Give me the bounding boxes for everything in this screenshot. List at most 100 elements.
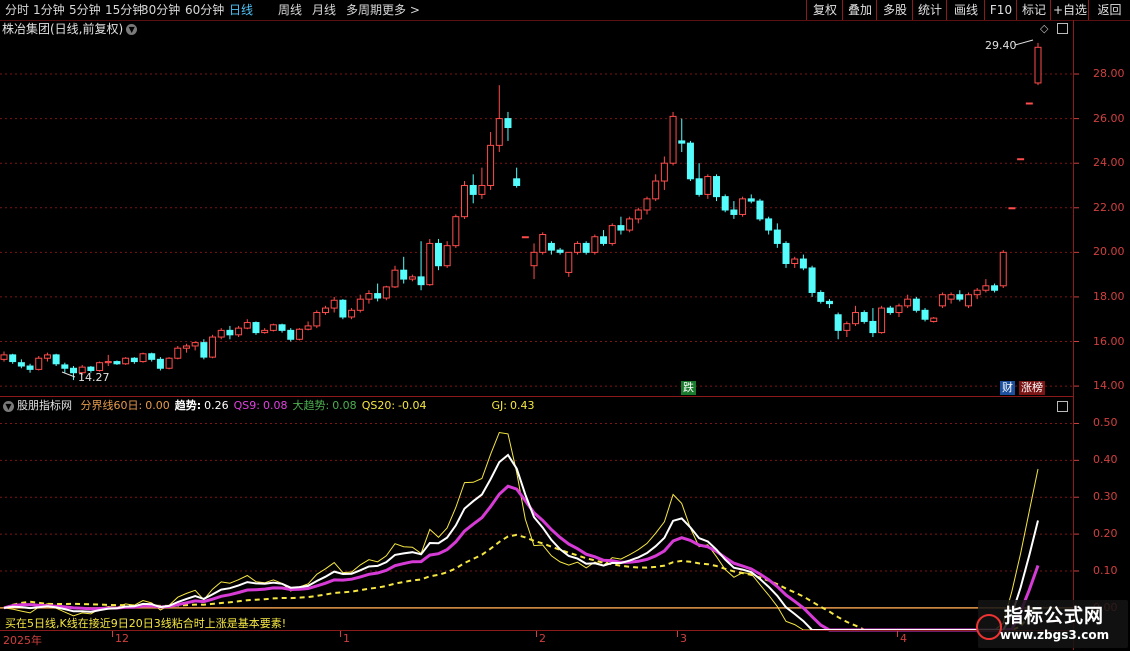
candle-body [817, 291, 825, 302]
indicator-item-label: GJ: [491, 399, 507, 412]
indicator-axis-label: 0.20 [1093, 527, 1118, 541]
bottom-note: 买在5日线,K线在接近9日20日3线粘合时上涨是基本要素! [5, 617, 287, 630]
candle-body [713, 176, 721, 198]
die-badge[interactable]: 跌 [681, 381, 696, 395]
time-axis-label: 3 [680, 632, 687, 645]
candle-body [782, 242, 790, 264]
candle-body [513, 178, 521, 186]
candle-body [930, 317, 938, 322]
indicator-item-label: 趋势: [174, 399, 202, 412]
candle-body [573, 242, 581, 253]
candle-body [295, 328, 303, 340]
time-axis-label: 2025年 [3, 634, 42, 647]
candle-body [261, 329, 269, 334]
candle-body [799, 258, 807, 269]
candle-body [226, 329, 234, 336]
candle-body [365, 293, 373, 300]
indicator-item-label: 分界线60日: [80, 399, 143, 412]
candle-body [591, 236, 599, 253]
indicator-name[interactable]: 股朋指标网 [17, 399, 72, 412]
candle-body [730, 209, 738, 215]
candle-body [96, 362, 104, 371]
watermark-logo-icon [976, 614, 1002, 640]
candle-body [869, 320, 877, 334]
high-price-label: 29.40 [985, 39, 1017, 52]
trend-line [3, 453, 1039, 631]
candle-body [582, 242, 590, 253]
candle-body [530, 251, 538, 267]
candle-body [148, 353, 156, 360]
candle-body [174, 347, 182, 359]
candle-body [452, 216, 460, 247]
candle-body [878, 307, 886, 334]
candle-body [87, 366, 95, 371]
candle-body [104, 361, 112, 364]
price-axis-border [1073, 20, 1074, 650]
candle-body [321, 307, 329, 314]
kline-chart[interactable] [0, 0, 1130, 650]
zhangting-badge[interactable]: 涨榜 [1019, 381, 1045, 395]
candle-body [313, 312, 321, 327]
candle-body [504, 118, 512, 129]
indicator-item-value: 0.08 [262, 399, 288, 412]
time-axis-tick [897, 631, 898, 637]
candle-body [964, 294, 972, 307]
indicator-item-1: 趋势: 0.26 [175, 399, 229, 412]
candle-body [678, 140, 686, 144]
candle-body [643, 198, 651, 211]
candle-body [556, 249, 564, 253]
candle-body [669, 115, 677, 164]
time-axis-label: 4 [900, 632, 907, 645]
candle-body [521, 236, 529, 239]
indicator-axis-label: 0.40 [1093, 453, 1118, 467]
candle-body [243, 322, 251, 329]
candle-body [252, 322, 260, 334]
time-axis-tick [112, 631, 113, 637]
indicator-item-2: QS9: 0.08 [234, 399, 288, 412]
candle-body [1008, 207, 1016, 210]
candle-body [652, 180, 660, 200]
candle-body [938, 294, 946, 307]
candle-body [330, 299, 338, 309]
candle-body [156, 358, 164, 369]
candle-body [765, 218, 773, 231]
candle-body [739, 198, 747, 215]
candle-body [269, 324, 277, 331]
candle-body [461, 184, 469, 218]
indicator-item-label: QS9: [233, 399, 260, 412]
candle-body [0, 354, 8, 360]
candle-body [808, 267, 816, 293]
candle-body [721, 196, 729, 211]
candle-body [747, 198, 755, 202]
candle-body [382, 286, 390, 299]
candle-body [43, 354, 51, 359]
candle-body [921, 309, 929, 320]
cai-badge[interactable]: 财 [1000, 381, 1015, 395]
indicator-dropdown-icon[interactable]: ▼ [3, 400, 14, 412]
price-axis-label: 20.00 [1093, 245, 1125, 259]
candle-body [895, 305, 903, 314]
candle-body [191, 342, 199, 347]
candle-body [426, 242, 434, 286]
candle-body [860, 312, 868, 322]
candle-body [1034, 46, 1042, 84]
price-axis-label: 28.00 [1093, 67, 1125, 81]
indicator-item-label: 大趋势: [292, 399, 330, 412]
candle-body [991, 285, 999, 291]
candle-body [773, 229, 781, 244]
price-axis-label: 14.00 [1093, 379, 1125, 393]
candle-body [122, 357, 130, 365]
candle-body [686, 142, 694, 180]
candle-body [235, 327, 243, 336]
candle-body [626, 218, 634, 231]
candle-body [565, 251, 573, 273]
time-axis-tick [340, 631, 341, 637]
time-axis-tick [536, 631, 537, 637]
candle-body [973, 289, 981, 296]
price-axis-label: 26.00 [1093, 111, 1125, 125]
indicator-legend: ▼ 股朋指标网 分界线60日: 0.00 趋势: 0.26 QS9: 0.08 大趋势: 0.0… [3, 398, 539, 413]
candle-body [634, 209, 642, 220]
candle-body [843, 323, 851, 331]
candle-body [695, 178, 703, 195]
candle-body [339, 299, 347, 318]
